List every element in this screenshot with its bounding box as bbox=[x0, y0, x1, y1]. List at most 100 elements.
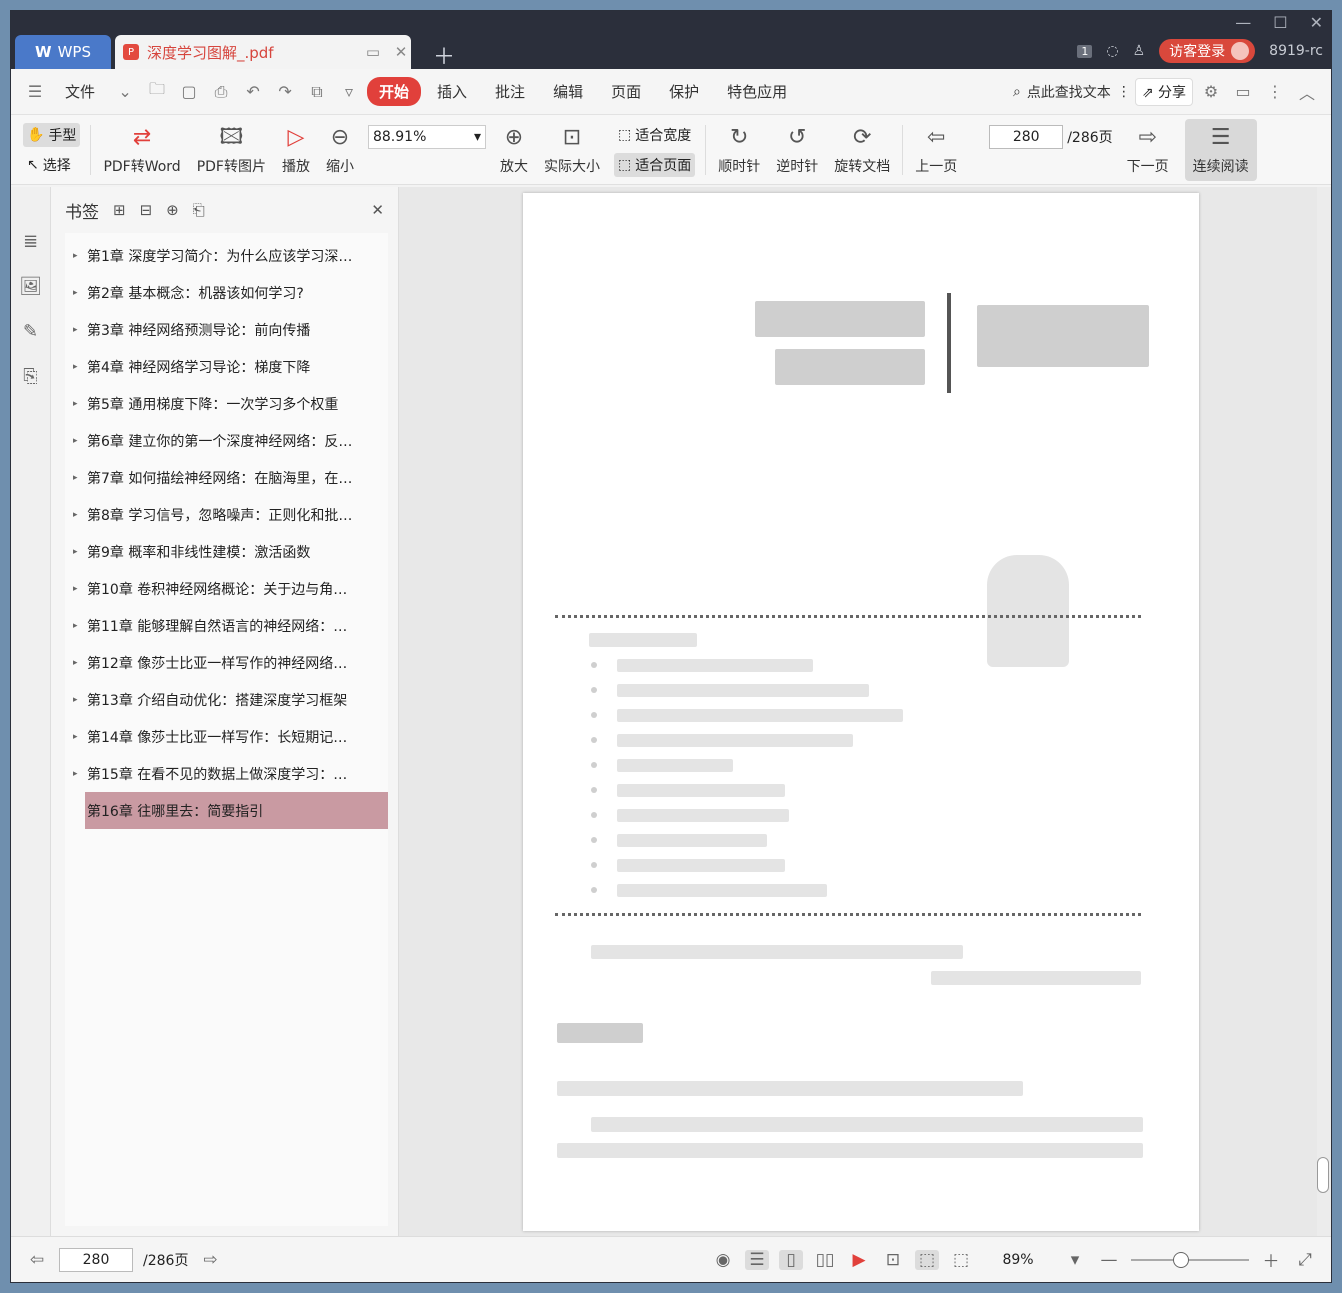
guest-login-button[interactable]: 访客登录 bbox=[1159, 39, 1256, 63]
bookmark-icon[interactable]: ⎗ bbox=[193, 201, 205, 219]
tab-special[interactable]: 特色应用 bbox=[715, 77, 799, 106]
attachment-icon[interactable]: ⎘ bbox=[23, 366, 37, 387]
play-button[interactable]: ▷ 播放 bbox=[274, 119, 318, 181]
expand-arrow-icon[interactable]: ▸ bbox=[73, 325, 79, 335]
vertical-scrollbar[interactable] bbox=[1317, 187, 1331, 1236]
bookmark-item[interactable]: ▸ 第7章 如何描绘神经网络：在脑海里，在… bbox=[65, 459, 388, 496]
status-page-input[interactable]: 280 bbox=[59, 1247, 133, 1272]
annotation-icon[interactable]: ✎ bbox=[23, 321, 38, 342]
minimize-icon[interactable]: — bbox=[1235, 13, 1251, 32]
scrollbar-thumb[interactable] bbox=[1317, 1157, 1329, 1193]
bookmark-item[interactable]: ▸ 第9章 概率和非线性建模：激活函数 bbox=[65, 533, 388, 570]
zoom-out-icon[interactable]: — bbox=[1097, 1250, 1121, 1270]
expand-arrow-icon[interactable]: ▸ bbox=[73, 658, 79, 668]
bookmark-item[interactable]: ▸ 第5章 通用梯度下降：一次学习多个权重 bbox=[65, 385, 388, 422]
two-page-icon[interactable]: ▯▯ bbox=[813, 1250, 837, 1270]
expand-arrow-icon[interactable]: ▸ bbox=[73, 769, 79, 779]
rotate-clockwise-button[interactable]: ↻ 顺时针 bbox=[710, 119, 768, 181]
continuous-reading-button[interactable]: ☰ 连续阅读 bbox=[1184, 118, 1257, 181]
more-dropdown-icon[interactable]: ▿ bbox=[335, 82, 363, 101]
expand-arrow-icon[interactable]: ▸ bbox=[73, 584, 79, 594]
document-viewer[interactable] bbox=[399, 187, 1331, 1236]
tab-protect[interactable]: 保护 bbox=[657, 77, 711, 106]
hand-tool-button[interactable]: ✋ 手型 bbox=[23, 122, 81, 147]
tab-page[interactable]: 页面 bbox=[599, 77, 653, 106]
print-icon[interactable]: ⎙ bbox=[207, 82, 235, 102]
gear-icon[interactable]: ⚙ bbox=[1197, 82, 1225, 101]
bookmark-item[interactable]: 第16章 往哪里去：简要指引 bbox=[85, 792, 388, 829]
skin-icon[interactable]: ◌ bbox=[1106, 43, 1118, 59]
rotate-counterclockwise-button[interactable]: ↺ 逆时针 bbox=[768, 119, 826, 181]
tab-edit[interactable]: 编辑 bbox=[541, 77, 595, 106]
next-page-icon[interactable]: ⇨ bbox=[198, 1250, 222, 1270]
play-icon[interactable]: ▶ bbox=[847, 1250, 871, 1270]
save-icon[interactable]: ▢ bbox=[175, 82, 203, 101]
fit-width-button[interactable]: ⬚ 适合宽度 bbox=[614, 123, 695, 147]
open-folder-icon[interactable]: 🗀 bbox=[143, 78, 171, 105]
rotate-document-button[interactable]: ⟳ 旋转文档 bbox=[826, 119, 898, 181]
bookmark-item[interactable]: ▸ 第14章 像莎士比亚一样写作：长短期记… bbox=[65, 718, 388, 755]
bookmark-item[interactable]: ▸ 第13章 介绍自动优化：搭建深度学习框架 bbox=[65, 681, 388, 718]
new-tab-icon[interactable]: ＋ bbox=[433, 39, 455, 71]
find-text-button[interactable]: ⌕ 点此查找文本 ⋮ bbox=[1013, 82, 1131, 102]
close-window-icon[interactable]: ✕ bbox=[1310, 13, 1323, 32]
document-tab[interactable]: P 深度学习图解_.pdf ▭ ✕ bbox=[115, 35, 411, 69]
expand-arrow-icon[interactable]: ▸ bbox=[73, 399, 79, 409]
prev-page-button[interactable]: ⇦ 上一页 bbox=[907, 119, 965, 181]
file-menu[interactable]: 文件 bbox=[53, 77, 107, 106]
bookmark-item[interactable]: ▸ 第2章 基本概念：机器该如何学习? bbox=[65, 274, 388, 311]
page-number-input[interactable]: 280 bbox=[989, 125, 1064, 149]
share-button[interactable]: ⇗ 分享 bbox=[1134, 77, 1193, 106]
expand-arrow-icon[interactable]: ▸ bbox=[73, 695, 79, 705]
window-count-badge[interactable]: 1 bbox=[1077, 44, 1093, 58]
expand-arrow-icon[interactable]: ▸ bbox=[73, 362, 79, 372]
bookmark-item[interactable]: ▸ 第4章 神经网络学习导论：梯度下降 bbox=[65, 348, 388, 385]
collapse-ribbon-icon[interactable]: ︿ bbox=[1293, 80, 1321, 104]
fullscreen-icon[interactable]: ⤢ bbox=[1293, 1250, 1317, 1270]
bookmark-item[interactable]: ▸ 第1章 深度学习简介：为什么应该学习深… bbox=[65, 237, 388, 274]
zoom-dropdown-icon[interactable]: ▾ bbox=[1063, 1250, 1087, 1270]
chevron-down-icon[interactable]: ⌄ bbox=[111, 82, 139, 101]
select-tool-button[interactable]: ↖ 选择 bbox=[23, 153, 80, 177]
bookmark-item[interactable]: ▸ 第10章 卷积神经网络概论：关于边与角… bbox=[65, 570, 388, 607]
zoom-out-button[interactable]: ⊖ 缩小 bbox=[318, 119, 362, 181]
hamburger-menu-icon[interactable]: ☰ bbox=[21, 82, 49, 101]
tab-insert[interactable]: 插入 bbox=[425, 77, 479, 106]
redo-icon[interactable]: ↷ bbox=[271, 82, 299, 101]
single-page-icon[interactable]: ▯ bbox=[779, 1249, 803, 1270]
eye-icon[interactable]: ◉ bbox=[711, 1250, 735, 1270]
expand-arrow-icon[interactable]: ▸ bbox=[73, 732, 79, 742]
chat-icon[interactable]: ▭ bbox=[1229, 82, 1257, 101]
zoom-slider-knob[interactable] bbox=[1173, 1251, 1189, 1268]
expand-arrow-icon[interactable]: ▸ bbox=[73, 251, 79, 261]
pdf-to-word-button[interactable]: ⇄ PDF转Word bbox=[95, 119, 188, 181]
kebab-menu-icon[interactable]: ⋮ bbox=[1261, 82, 1289, 101]
close-tab-icon[interactable]: ✕ bbox=[391, 43, 411, 61]
pdf-to-image-button[interactable]: 🖾 PDF转图片 bbox=[189, 119, 274, 181]
wps-home-tab[interactable]: 𝗪 WPS bbox=[15, 35, 111, 69]
expand-arrow-icon[interactable]: ▸ bbox=[73, 621, 79, 631]
fit-page-icon[interactable]: ⬚ bbox=[915, 1249, 939, 1270]
actual-size-button[interactable]: ⊡ 实际大小 bbox=[536, 119, 608, 181]
close-panel-icon[interactable]: ✕ bbox=[371, 201, 384, 219]
undo-icon[interactable]: ↶ bbox=[239, 82, 267, 101]
zoom-in-icon[interactable]: ＋ bbox=[1259, 1247, 1283, 1272]
bookmark-item[interactable]: ▸ 第12章 像莎士比亚一样写作的神经网络… bbox=[65, 644, 388, 681]
monitor-icon[interactable]: ▭ bbox=[363, 43, 383, 61]
bookmark-item[interactable]: ▸ 第8章 学习信号，忽略噪声：正则化和批… bbox=[65, 496, 388, 533]
expand-arrow-icon[interactable]: ▸ bbox=[73, 510, 79, 520]
expand-arrow-icon[interactable]: ▸ bbox=[73, 436, 79, 446]
bookmark-item[interactable]: ▸ 第6章 建立你的第一个深度神经网络：反… bbox=[65, 422, 388, 459]
zoom-select[interactable]: 88.91% ▾ bbox=[367, 125, 486, 149]
expand-arrow-icon[interactable]: ▸ bbox=[73, 473, 79, 483]
collapse-all-icon[interactable]: ⊟ bbox=[140, 201, 153, 219]
actual-size-icon[interactable]: ⊡ bbox=[881, 1250, 905, 1270]
zoom-slider[interactable] bbox=[1131, 1251, 1249, 1268]
tab-start[interactable]: 开始 bbox=[367, 77, 422, 106]
add-bookmark-icon[interactable]: ⊕ bbox=[166, 201, 179, 219]
continuous-view-icon[interactable]: ☰ bbox=[745, 1249, 769, 1270]
prev-page-icon[interactable]: ⇦ bbox=[25, 1250, 49, 1270]
bookmark-item[interactable]: ▸ 第3章 神经网络预测导论：前向传播 bbox=[65, 311, 388, 348]
fit-page-button[interactable]: ⬚ 适合页面 bbox=[613, 152, 696, 177]
tab-annotate[interactable]: 批注 bbox=[483, 77, 537, 106]
